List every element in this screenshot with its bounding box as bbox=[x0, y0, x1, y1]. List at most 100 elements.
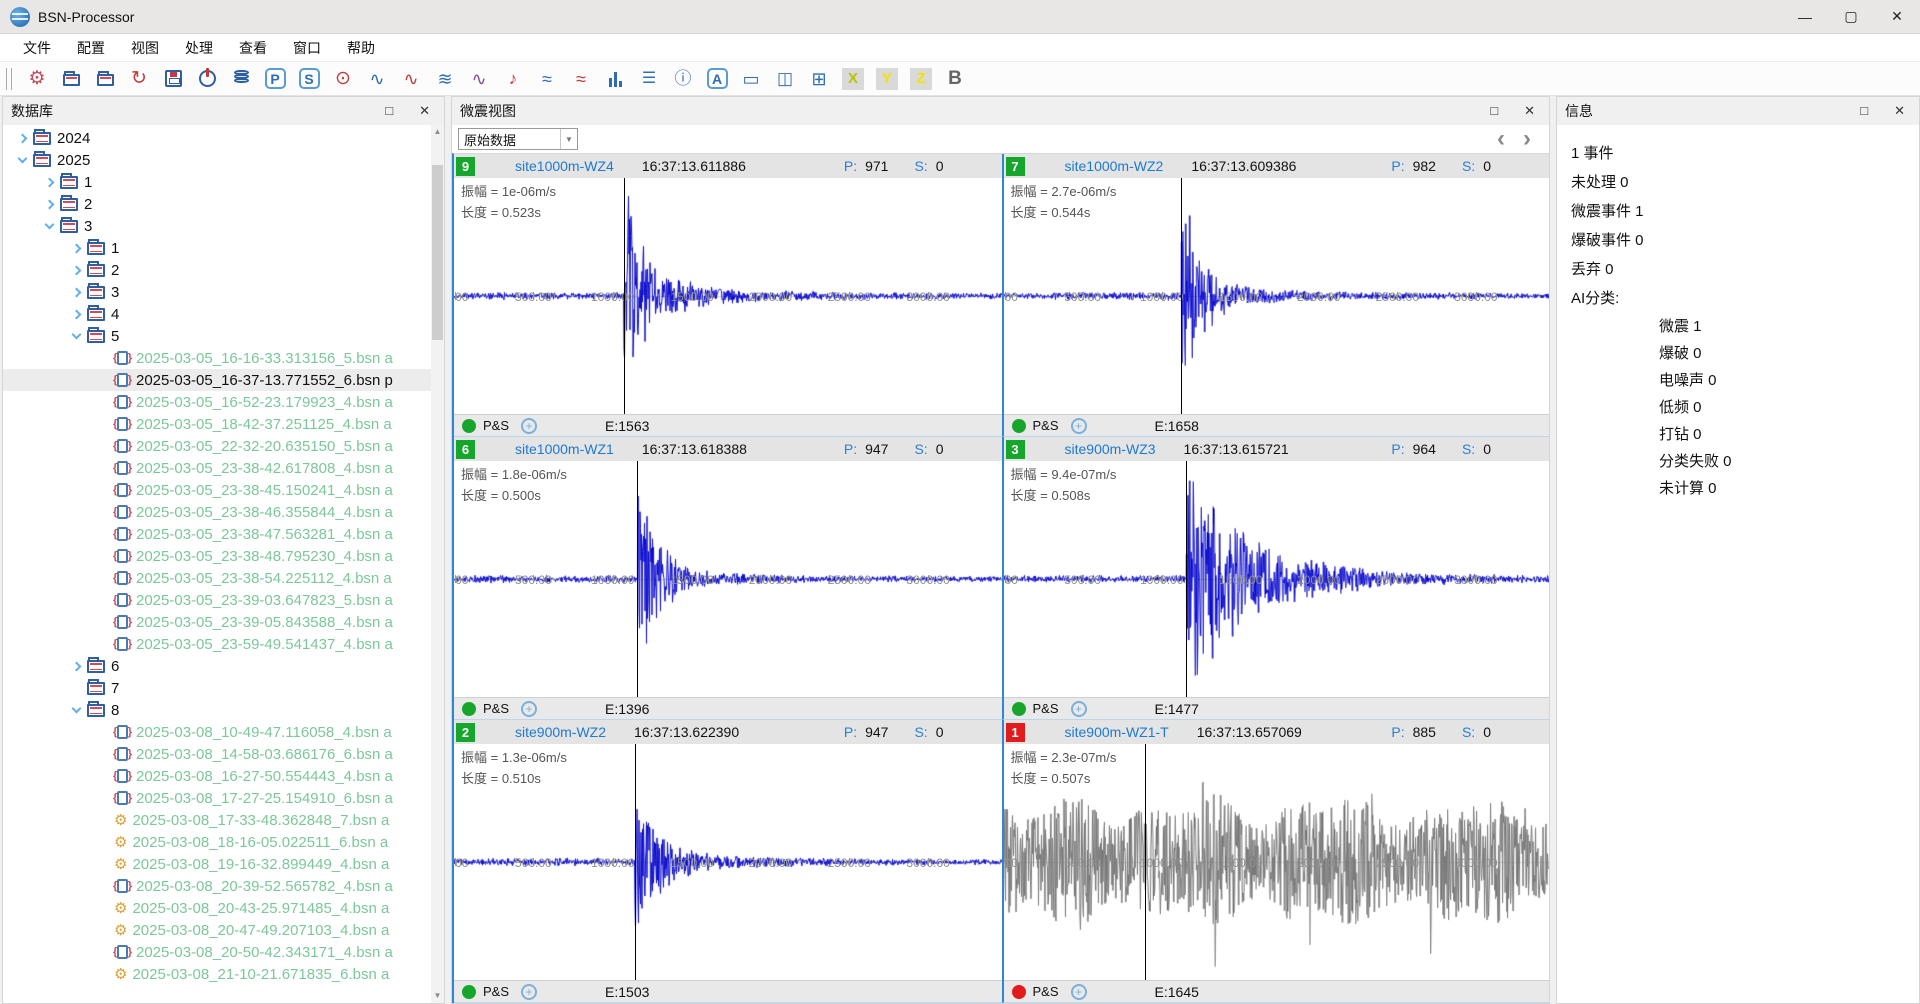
tree-file-row[interactable]: 2025-03-05_23-38-47.563281_4.bsn a bbox=[3, 523, 431, 545]
zoom-in-icon[interactable]: + bbox=[1071, 984, 1087, 1000]
text-annotate-button[interactable]: A bbox=[702, 65, 732, 93]
close-button[interactable]: ✕ bbox=[1874, 0, 1920, 33]
multi-wave-icon[interactable]: ≋ bbox=[430, 65, 460, 93]
database-float-button[interactable]: □ bbox=[385, 103, 393, 119]
tree-folder-row[interactable]: 2025 bbox=[3, 149, 431, 171]
info-float-button[interactable]: □ bbox=[1860, 103, 1868, 119]
menu-item-3[interactable]: 处理 bbox=[172, 34, 226, 62]
chevron-down-icon[interactable] bbox=[13, 158, 31, 162]
tree-folder-row[interactable]: 6 bbox=[3, 655, 431, 677]
wave-edit-icon[interactable]: ∿ bbox=[464, 65, 494, 93]
tree-file-row[interactable]: 2025-03-05_23-38-48.795230_4.bsn a bbox=[3, 545, 431, 567]
chevron-down-icon[interactable] bbox=[67, 708, 85, 712]
scroll-up-icon[interactable]: ▲ bbox=[431, 125, 444, 139]
record-point-icon[interactable]: ⊙ bbox=[328, 65, 358, 93]
tree-folder-row[interactable]: 2 bbox=[3, 193, 431, 215]
chevron-right-icon[interactable] bbox=[67, 245, 85, 252]
tree-folder-row[interactable]: 4 bbox=[3, 303, 431, 325]
pick-s-wave-icon[interactable]: ∿ bbox=[396, 65, 426, 93]
prev-event-button[interactable]: ‹ bbox=[1497, 129, 1505, 149]
waveform-panel-header[interactable]: 7site1000m-WZ216:37:13.609386P:982S:0 bbox=[1004, 154, 1550, 178]
tree-folder-row[interactable]: 2 bbox=[3, 259, 431, 281]
ps-toggle-label[interactable]: P&S bbox=[1033, 984, 1059, 999]
crosshair-grid-icon[interactable]: ⊞ bbox=[804, 65, 834, 93]
refresh-icon[interactable]: ↻ bbox=[124, 65, 154, 93]
z-component-button[interactable]: Z bbox=[906, 65, 936, 93]
tree-file-row[interactable]: 2025-03-08_14-58-03.686176_6.bsn a bbox=[3, 743, 431, 765]
chevron-right-icon[interactable] bbox=[67, 311, 85, 318]
viewer-close-button[interactable]: ✕ bbox=[1524, 103, 1535, 119]
ps-toggle-label[interactable]: P&S bbox=[483, 701, 509, 716]
waveform-plot[interactable]: 振幅 = 9.4e-07m/s长度 = 0.508s00500.001000.0… bbox=[1004, 461, 1550, 697]
menu-item-0[interactable]: 文件 bbox=[10, 34, 64, 62]
tree-file-row[interactable]: 2025-03-05_16-16-33.313156_5.bsn a bbox=[3, 347, 431, 369]
tree-file-row[interactable]: 2025-03-05_23-39-05.843588_4.bsn a bbox=[3, 611, 431, 633]
wave-filter-icon[interactable]: ≈ bbox=[566, 65, 596, 93]
tree-file-row[interactable]: 2025-03-08_20-50-42.343171_4.bsn a bbox=[3, 941, 431, 963]
chevron-right-icon[interactable] bbox=[13, 135, 31, 142]
zoom-in-icon[interactable]: + bbox=[521, 701, 537, 717]
tree-file-row[interactable]: 2025-03-05_23-38-54.225112_4.bsn a bbox=[3, 567, 431, 589]
zoom-in-icon[interactable]: + bbox=[521, 418, 537, 434]
tree-file-row[interactable]: ⚙2025-03-08_18-16-05.022511_6.bsn a bbox=[3, 831, 431, 853]
waveform-panel-header[interactable]: 9site1000m-WZ416:37:13.611886P:971S:0 bbox=[454, 154, 1002, 178]
p-pick-line[interactable] bbox=[635, 744, 636, 980]
chevron-down-icon[interactable] bbox=[67, 334, 85, 338]
tree-file-row[interactable]: 2025-03-05_18-42-37.251125_4.bsn a bbox=[3, 413, 431, 435]
waveform-panel-header[interactable]: 6site1000m-WZ116:37:13.618388P:947S:0 bbox=[454, 437, 1002, 461]
chevron-right-icon[interactable] bbox=[67, 289, 85, 296]
data-type-dropdown[interactable]: 原始数据 ▼ bbox=[458, 128, 578, 150]
histogram-icon[interactable] bbox=[600, 65, 630, 93]
menu-item-6[interactable]: 帮助 bbox=[334, 34, 388, 62]
folder-open-icon[interactable] bbox=[90, 65, 120, 93]
ps-toggle-label[interactable]: P&S bbox=[1033, 701, 1059, 716]
menu-item-5[interactable]: 窗口 bbox=[280, 34, 334, 62]
waveform-panel-header[interactable]: 3site900m-WZ316:37:13.615721P:964S:0 bbox=[1004, 437, 1550, 461]
chevron-right-icon[interactable] bbox=[40, 179, 58, 186]
folder-new-icon[interactable] bbox=[56, 65, 86, 93]
p-pick-line[interactable] bbox=[1181, 178, 1182, 414]
chevron-down-icon[interactable] bbox=[40, 224, 58, 228]
tree-file-row[interactable]: 2025-03-05_23-38-42.617808_4.bsn a bbox=[3, 457, 431, 479]
ps-toggle-label[interactable]: P&S bbox=[483, 418, 509, 433]
settings-gear-icon[interactable]: ⚙ bbox=[22, 65, 52, 93]
zoom-in-icon[interactable]: + bbox=[1071, 418, 1087, 434]
waveform-plot[interactable]: 振幅 = 2.3e-07m/s长度 = 0.507s00500.001000.0… bbox=[1004, 744, 1550, 980]
scroll-down-icon[interactable]: ▼ bbox=[431, 989, 444, 1003]
zoom-in-icon[interactable]: + bbox=[1071, 701, 1087, 717]
tree-file-row[interactable]: ⚙2025-03-08_21-10-21.671835_6.bsn a bbox=[3, 963, 431, 985]
tree-file-row[interactable]: 2025-03-08_16-27-50.554443_4.bsn a bbox=[3, 765, 431, 787]
tree-file-row[interactable]: 2025-03-08_17-27-25.154910_6.bsn a bbox=[3, 787, 431, 809]
rect-select-icon[interactable]: ▭ bbox=[736, 65, 766, 93]
ps-toggle-label[interactable]: P&S bbox=[1033, 418, 1059, 433]
menu-item-4[interactable]: 查看 bbox=[226, 34, 280, 62]
tree-file-row[interactable]: 2025-03-08_20-39-52.565782_4.bsn a bbox=[3, 875, 431, 897]
p-pick-line[interactable] bbox=[637, 461, 638, 697]
tree-file-row[interactable]: 2025-03-05_23-59-49.541437_4.bsn a bbox=[3, 633, 431, 655]
chevron-right-icon[interactable] bbox=[67, 267, 85, 274]
tree-folder-row[interactable]: 1 bbox=[3, 237, 431, 259]
tree-folder-row[interactable]: 3 bbox=[3, 281, 431, 303]
tree-folder-row[interactable]: 8 bbox=[3, 699, 431, 721]
p-pick-line[interactable] bbox=[1186, 461, 1187, 697]
waveform-plot[interactable]: 振幅 = 2.7e-06m/s长度 = 0.544s00500.001000.0… bbox=[1004, 178, 1550, 414]
tree-folder-row[interactable]: 2024 bbox=[3, 127, 431, 149]
tree-file-row[interactable]: 2025-03-05_22-32-20.635150_5.bsn a bbox=[3, 435, 431, 457]
tree-file-row[interactable]: 2025-03-05_23-38-46.355844_4.bsn a bbox=[3, 501, 431, 523]
tree-file-row[interactable]: 2025-03-05_23-38-45.150241_4.bsn a bbox=[3, 479, 431, 501]
tree-folder-row[interactable]: 3 bbox=[3, 215, 431, 237]
tree-file-row[interactable]: ⚙2025-03-08_17-33-48.362848_7.bsn a bbox=[3, 809, 431, 831]
report-view-icon[interactable]: ◫ bbox=[770, 65, 800, 93]
bold-button[interactable]: B bbox=[940, 65, 970, 93]
scrollbar-thumb[interactable] bbox=[432, 165, 443, 340]
tree-file-row[interactable]: 2025-03-05_23-39-03.647823_5.bsn a bbox=[3, 589, 431, 611]
save-icon[interactable] bbox=[158, 65, 188, 93]
info-close-button[interactable]: ✕ bbox=[1894, 103, 1905, 119]
waveform-plot[interactable]: 振幅 = 1e-06m/s长度 = 0.523s00500.001000.001… bbox=[454, 178, 1002, 414]
toolbar-drag-handle[interactable] bbox=[6, 68, 12, 90]
x-component-button[interactable]: X bbox=[838, 65, 868, 93]
info-icon[interactable]: ⓘ bbox=[668, 65, 698, 93]
tree-scrollbar[interactable]: ▲ ▼ bbox=[431, 125, 444, 1003]
chevron-right-icon[interactable] bbox=[67, 663, 85, 670]
maximize-button[interactable]: ▢ bbox=[1828, 0, 1874, 33]
